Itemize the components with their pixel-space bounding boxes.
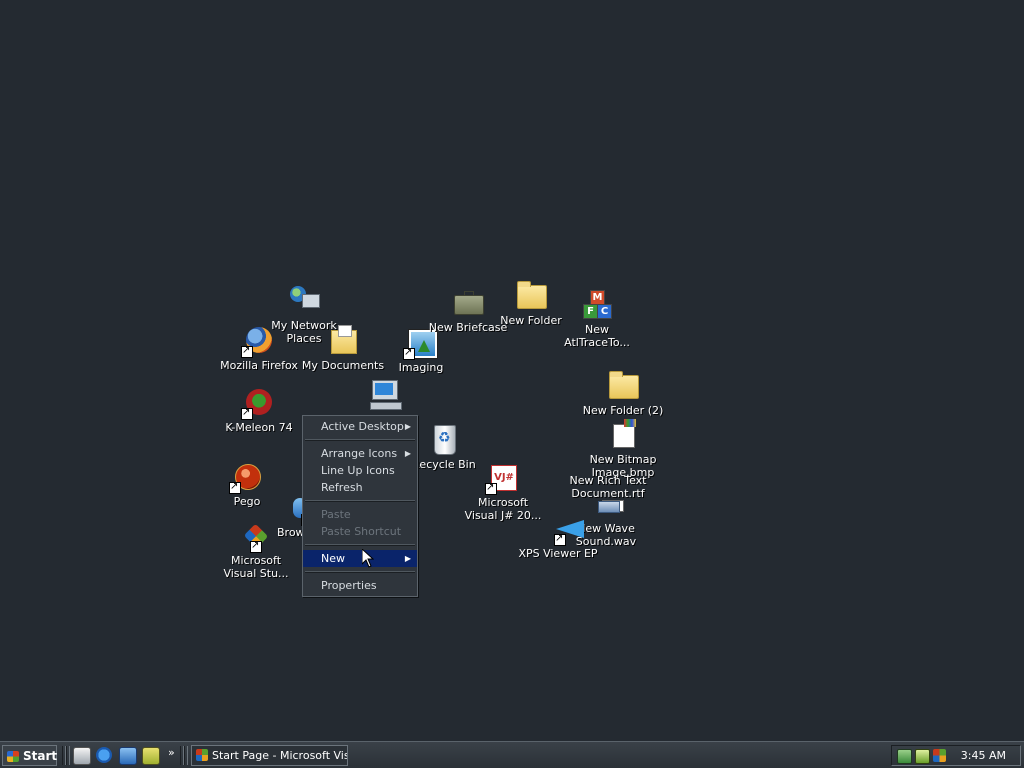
menu-item-label: Refresh [321, 481, 363, 494]
menu-item-label: Arrange Icons [321, 447, 398, 460]
menu-separator [305, 439, 415, 441]
taskbar-divider [184, 746, 188, 765]
icon-label: My Documents [301, 359, 385, 372]
bitmap-icon [607, 418, 639, 450]
mozilla-firefox-shortcut[interactable]: Mozilla Firefox [217, 324, 301, 372]
start-label: Start [23, 749, 58, 763]
computer-icon [368, 378, 402, 410]
menu-item-properties[interactable]: Properties [303, 577, 417, 594]
folder-icon [515, 279, 547, 311]
pego-icon [229, 460, 263, 494]
windows-media-icon[interactable] [142, 747, 160, 765]
quick-launch-overflow-chevron[interactable]: » [168, 746, 175, 759]
icon-label: Mozilla Firefox [220, 359, 298, 372]
icon-label: New Folder (2) [582, 404, 664, 417]
desktop[interactable]: My Network Places Mozilla Firefox My Doc… [0, 0, 1024, 741]
menu-separator [305, 544, 415, 546]
icon-label: Microsoft Visual Stu... [223, 554, 289, 580]
menu-separator [305, 500, 415, 502]
taskbar: Start » Start Page - Microsoft Vis... 3:… [0, 741, 1024, 768]
xps-viewer-icon [542, 512, 584, 546]
task-title: Start Page - Microsoft Vis... [212, 749, 348, 762]
menu-item-paste: Paste [303, 506, 417, 523]
menu-item-label: New [321, 552, 345, 565]
k-meleon-icon [241, 386, 275, 420]
clock[interactable]: 3:45 AM [961, 746, 1006, 765]
atl-trace-tool-shortcut[interactable]: M F C New AtlTraceTo... [555, 288, 639, 349]
menu-item-new[interactable]: New ▶ [303, 550, 417, 567]
briefcase-icon [452, 286, 484, 318]
outlook-express-icon[interactable] [119, 747, 137, 765]
visual-studio-icon [240, 519, 272, 553]
new-bitmap-shortcut[interactable]: New Bitmap Image.bmp [581, 418, 665, 479]
xps-viewer-shortcut[interactable]: XPS Viewer EP [516, 512, 600, 560]
taskbar-button-start-page[interactable]: Start Page - Microsoft Vis... [191, 745, 348, 766]
menu-item-label: Paste Shortcut [321, 525, 402, 538]
show-desktop-icon[interactable] [73, 747, 91, 765]
submenu-arrow-icon: ▶ [404, 422, 411, 431]
new-folder-2-shortcut[interactable]: New Folder (2) [581, 369, 665, 417]
recycle-bin-icon [428, 423, 460, 455]
atl-trace-icon: M F C [581, 288, 613, 320]
menu-item-label: Active Desktop [321, 420, 404, 433]
visual-studio-icon [196, 749, 208, 761]
icon-label: Imaging [398, 361, 444, 374]
icon-label: XPS Viewer EP [518, 547, 598, 560]
submenu-arrow-icon: ▶ [404, 554, 411, 563]
windows-flag-icon [7, 751, 19, 762]
menu-item-refresh[interactable]: Refresh [303, 479, 417, 496]
visual-jsharp-icon: VJ# [485, 461, 519, 495]
internet-explorer-icon[interactable] [96, 747, 112, 763]
icon-label: K-Meleon 74 [225, 421, 293, 434]
visual-studio-shortcut[interactable]: Microsoft Visual Stu... [214, 519, 298, 580]
system-tray: 3:45 AM [891, 745, 1021, 766]
submenu-arrow-icon: ▶ [404, 449, 411, 458]
icon-label: New AtlTraceTo... [564, 323, 630, 349]
menu-item-paste-shortcut: Paste Shortcut [303, 523, 417, 540]
start-button[interactable]: Start [2, 745, 57, 766]
menu-item-line-up-icons[interactable]: Line Up Icons [303, 462, 417, 479]
menu-item-arrange-icons[interactable]: Arrange Icons ▶ [303, 445, 417, 462]
network-places-icon [288, 284, 320, 316]
menu-item-active-desktop[interactable]: Active Desktop ▶ [303, 418, 417, 435]
menu-item-label: Properties [321, 579, 377, 592]
my-documents-shortcut[interactable]: My Documents [301, 324, 385, 372]
taskbar-divider [66, 746, 70, 765]
volume-icon[interactable] [915, 749, 930, 764]
network-icon[interactable] [897, 749, 912, 764]
my-computer-shortcut[interactable] [342, 378, 426, 413]
k-meleon-shortcut[interactable]: K-Meleon 74 [217, 386, 301, 434]
menu-item-label: Line Up Icons [321, 464, 395, 477]
my-documents-icon [327, 324, 359, 356]
firefox-icon [241, 324, 275, 358]
menu-item-label: Paste [321, 508, 351, 521]
folder-icon [607, 369, 639, 401]
desktop-context-menu: Active Desktop ▶ Arrange Icons ▶ Line Up I… [302, 415, 418, 597]
icon-label: New Rich Text Document.rtf [569, 474, 647, 500]
menu-separator [305, 571, 415, 573]
visual-studio-tray-icon[interactable] [933, 749, 946, 762]
